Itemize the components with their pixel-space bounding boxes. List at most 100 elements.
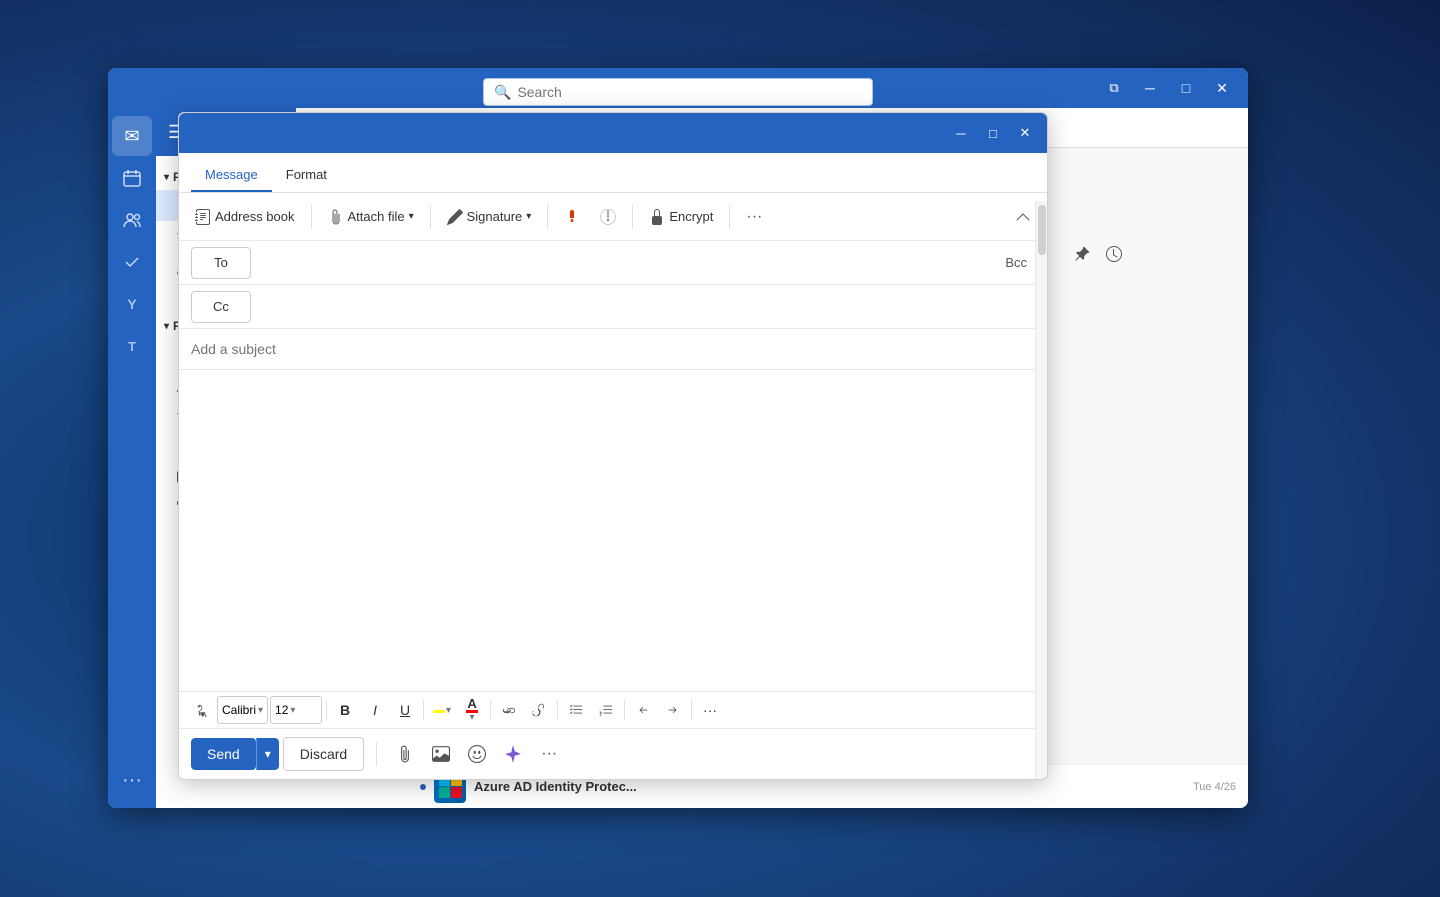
low-importance-button[interactable] — [592, 201, 624, 233]
rail-icon-contacts[interactable] — [112, 200, 152, 240]
compose-ribbon-tabs: Message Format — [179, 153, 1047, 193]
increase-indent-icon — [666, 703, 680, 717]
compose-maximize-button[interactable]: □ — [979, 119, 1007, 147]
pin-icon[interactable] — [1068, 240, 1096, 268]
separator-3 — [547, 205, 548, 229]
bcc-button[interactable]: Bcc — [997, 251, 1035, 274]
fmt-sep-5 — [624, 700, 625, 720]
bullet-list-icon — [569, 703, 583, 717]
compose-tab-message[interactable]: Message — [191, 159, 272, 192]
cc-button[interactable]: Cc — [191, 291, 251, 323]
compose-window-controls: ─ □ ✕ — [947, 119, 1039, 147]
rail-icon-teams[interactable]: T — [112, 326, 152, 366]
clear-formatting-button[interactable] — [187, 696, 215, 724]
highlight-icon: ▾ — [433, 705, 451, 716]
unread-indicator — [420, 784, 426, 790]
bullet-list-button[interactable] — [562, 696, 590, 724]
font-dropdown-icon: ▾ — [258, 705, 263, 716]
toolbar-more-button[interactable]: ··· — [738, 201, 770, 233]
signature-button[interactable]: Signature ▾ — [439, 205, 540, 229]
low-importance-icon — [600, 209, 616, 225]
link-icon — [502, 703, 516, 717]
font-color-icon: A ▾ — [466, 697, 478, 723]
rail-icon-yammer[interactable]: Y — [112, 284, 152, 324]
compose-minimize-button[interactable]: ─ — [947, 119, 975, 147]
numbered-list-button[interactable] — [592, 696, 620, 724]
signature-label: Signature — [467, 209, 523, 224]
image-icon — [432, 745, 450, 763]
cc-field-row: Cc — [179, 285, 1047, 329]
italic-button[interactable]: I — [361, 696, 389, 724]
compose-toolbar: Address book Attach file ▾ Signature ▾ — [179, 193, 1047, 241]
rail-icon-tasks[interactable] — [112, 242, 152, 282]
attach-file-button[interactable]: Attach file ▾ — [320, 205, 422, 229]
unlink-icon — [532, 703, 546, 717]
bottom-image-button[interactable] — [425, 738, 457, 770]
rail-icon-calendar[interactable] — [112, 158, 152, 198]
cc-input[interactable] — [259, 299, 1035, 315]
compose-scroll-thumb[interactable] — [1038, 205, 1046, 255]
separator-2 — [430, 205, 431, 229]
subject-input[interactable] — [179, 329, 1047, 370]
increase-indent-button[interactable] — [659, 696, 687, 724]
address-book-button[interactable]: Address book — [187, 205, 303, 229]
bold-button[interactable]: B — [331, 696, 359, 724]
bottom-sep-1 — [376, 742, 377, 766]
address-book-label: Address book — [215, 209, 295, 224]
compose-window: ─ □ ✕ Message Format Address book Attach… — [178, 112, 1048, 780]
more-formatting-button[interactable]: ··· — [696, 696, 724, 724]
emoji-icon — [468, 745, 486, 763]
bottom-more-button[interactable]: ··· — [533, 738, 565, 770]
remove-link-button[interactable] — [525, 696, 553, 724]
azure-date: Tue 4/26 — [1193, 781, 1236, 793]
minimize-button[interactable]: ─ — [1136, 74, 1164, 102]
insert-link-button[interactable] — [495, 696, 523, 724]
send-button-group: Send ▾ — [191, 738, 279, 770]
to-input[interactable] — [259, 255, 997, 271]
emoji-button[interactable] — [461, 738, 493, 770]
fmt-sep-1 — [326, 700, 327, 720]
compose-scrollbar[interactable] — [1035, 201, 1047, 779]
discard-button[interactable]: Discard — [283, 737, 364, 771]
compose-body[interactable] — [179, 370, 1047, 691]
search-input[interactable] — [517, 84, 862, 100]
underline-button[interactable]: U — [391, 696, 419, 724]
title-bar: 🔍 ⧉ ─ □ ✕ — [108, 68, 1248, 108]
signature-icon — [447, 209, 463, 225]
highlight-button[interactable]: ▾ — [428, 696, 456, 724]
restore-button[interactable]: ⧉ — [1100, 74, 1128, 102]
ai-icon — [504, 745, 522, 763]
rail-icon-mail[interactable]: ✉ — [112, 116, 152, 156]
compose-close-button[interactable]: ✕ — [1011, 119, 1039, 147]
encrypt-label: Encrypt — [669, 209, 713, 224]
ai-button[interactable] — [497, 738, 529, 770]
to-button[interactable]: To — [191, 247, 251, 279]
title-bar-controls: ⧉ ─ □ ✕ — [1100, 74, 1236, 102]
maximize-button[interactable]: □ — [1172, 74, 1200, 102]
azure-email-info: Azure AD Identity Protec... — [474, 779, 1185, 794]
more-dots-icon: ··· — [746, 208, 762, 226]
font-size-dropdown-icon: ▾ — [290, 705, 295, 716]
clock-icon[interactable] — [1100, 240, 1128, 268]
search-icon: 🔍 — [494, 84, 511, 101]
bottom-attach-icon — [396, 745, 414, 763]
compose-tab-format[interactable]: Format — [272, 159, 341, 192]
high-importance-icon — [564, 209, 580, 225]
font-selector[interactable]: Calibri ▾ — [217, 696, 268, 724]
signature-dropdown-icon: ▾ — [526, 211, 531, 222]
font-size-selector[interactable]: 12 ▾ — [270, 696, 322, 724]
compose-titlebar: ─ □ ✕ — [179, 113, 1047, 153]
decrease-indent-button[interactable] — [629, 696, 657, 724]
close-button[interactable]: ✕ — [1208, 74, 1236, 102]
fmt-sep-2 — [423, 700, 424, 720]
high-importance-button[interactable] — [556, 201, 588, 233]
reading-pane-toolbar — [1068, 240, 1128, 268]
encrypt-button[interactable]: Encrypt — [641, 205, 721, 229]
more-icon[interactable]: ··· — [114, 761, 150, 800]
send-button[interactable]: Send — [191, 738, 256, 770]
folders-chevron: ▾ — [164, 321, 169, 332]
font-color-button[interactable]: A ▾ — [458, 696, 486, 724]
bottom-attach-button[interactable] — [389, 738, 421, 770]
compose-bottom-toolbar: Send ▾ Discard · — [179, 728, 1047, 779]
send-dropdown-button[interactable]: ▾ — [256, 738, 279, 770]
